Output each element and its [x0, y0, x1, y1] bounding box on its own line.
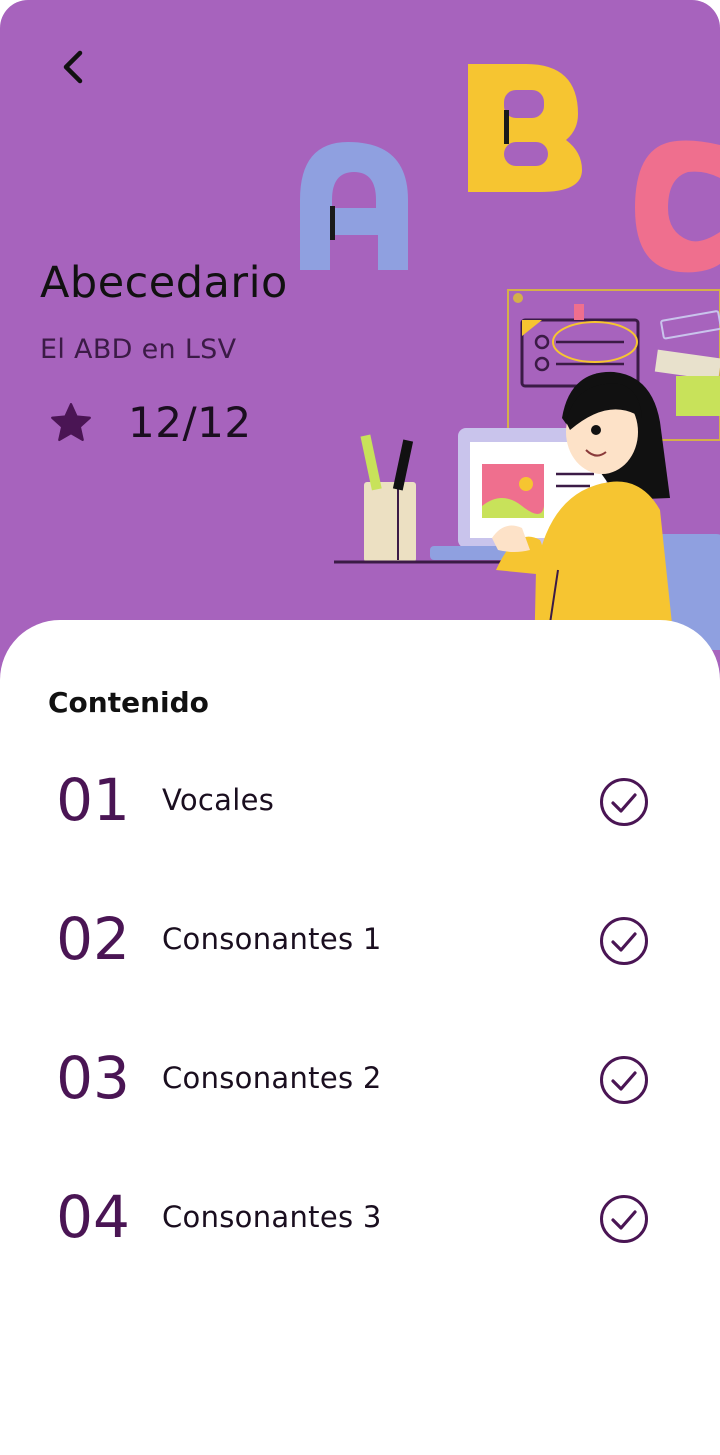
lesson-number: 02 [56, 905, 130, 973]
check-circle-icon [600, 1056, 648, 1104]
hero-banner: Abecedario El ABD en LSV 12/12 [0, 0, 720, 700]
chevron-left-icon [63, 50, 83, 84]
lesson-number: 04 [56, 1183, 130, 1251]
letter-a-graphic [300, 142, 408, 270]
page-subtitle: El ABD en LSV [40, 334, 237, 365]
lesson-title: Vocales [162, 783, 275, 817]
lesson-item[interactable]: 03 Consonantes 2 [0, 1023, 720, 1133]
lesson-item[interactable]: 04 Consonantes 3 [0, 1162, 720, 1272]
back-button[interactable] [46, 40, 100, 94]
check-circle-icon [600, 778, 648, 826]
score-summary: 12/12 [48, 398, 252, 447]
screen: Abecedario El ABD en LSV 12/12 Contenido… [0, 0, 720, 1455]
section-title: Contenido [48, 686, 209, 719]
score-value: 12/12 [128, 398, 252, 447]
lesson-title: Consonantes 3 [162, 1200, 382, 1234]
letter-b-graphic [468, 64, 582, 192]
lesson-title: Consonantes 2 [162, 1061, 382, 1095]
lesson-title: Consonantes 1 [162, 922, 382, 956]
lesson-item[interactable]: 02 Consonantes 1 [0, 884, 720, 994]
letter-c-graphic [635, 140, 720, 273]
page-title: Abecedario [40, 258, 288, 308]
check-circle-icon [600, 1195, 648, 1243]
lesson-number: 03 [56, 1044, 130, 1112]
check-circle-icon [600, 917, 648, 965]
star-icon [51, 402, 91, 441]
lesson-item[interactable]: 01 Vocales [0, 745, 720, 855]
student-at-laptop-illustration [300, 64, 720, 650]
lesson-number: 01 [56, 766, 130, 834]
